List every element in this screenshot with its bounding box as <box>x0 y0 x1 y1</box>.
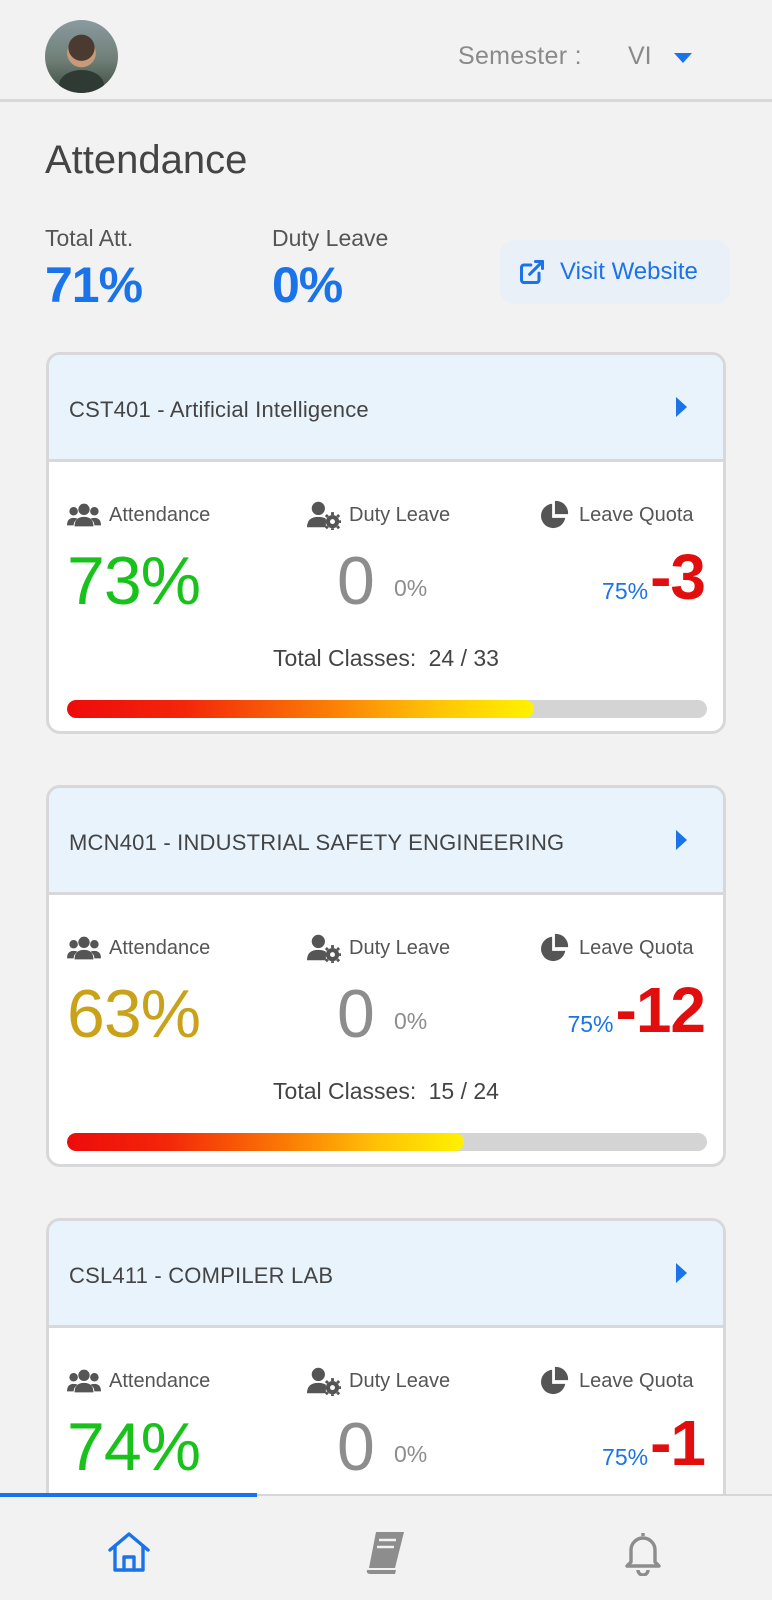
attendance-label-group: Attendance <box>67 933 210 963</box>
pie-chart-icon <box>541 933 569 962</box>
leave-quota-label: Leave Quota <box>579 936 694 959</box>
subject-title: CST401 - Artificial Intelligence <box>69 397 369 422</box>
total-classes-value: 15 / 24 <box>428 1078 499 1104</box>
subject-card[interactable]: CST401 - Artificial Intelligence Attenda… <box>46 352 726 734</box>
leave-quota-label-group: Leave Quota <box>537 1366 694 1396</box>
attendance-value: 73% <box>67 543 201 619</box>
leave-quota: 75% -12 <box>567 973 706 1047</box>
bell-icon <box>625 1533 661 1577</box>
leave-quota-value: -12 <box>615 974 706 1046</box>
duty-leave-percent: 0% <box>394 1441 428 1467</box>
pie-chart-icon <box>541 1366 569 1395</box>
attendance-label-group: Attendance <box>67 500 210 530</box>
user-gear-icon <box>307 501 341 530</box>
top-bar: Semester : VI <box>0 0 772 102</box>
total-classes: Total Classes: 15 / 24 <box>49 1078 723 1105</box>
duty-leave-label-group: Duty Leave <box>307 933 450 963</box>
card-header[interactable]: MCN401 - INDUSTRIAL SAFETY ENGINEERING <box>49 788 723 895</box>
nav-notifications-button[interactable] <box>619 1528 667 1577</box>
duty-leave-value: 0 <box>337 543 375 619</box>
nav-courses-button[interactable] <box>362 1528 410 1576</box>
leave-quota-label-group: Leave Quota <box>537 500 694 530</box>
attendance-progress-bar <box>67 1133 707 1151</box>
card-body: Attendance Duty Leave Leave Quota 73% 0 … <box>49 462 723 731</box>
total-att-value: 71% <box>45 257 143 313</box>
caret-right-icon[interactable] <box>676 1263 687 1283</box>
attendance-label-group: Attendance <box>67 1366 210 1396</box>
attendance-value: 74% <box>67 1409 201 1485</box>
subject-title: MCN401 - INDUSTRIAL SAFETY ENGINEERING <box>69 830 565 855</box>
leave-quota-label-group: Leave Quota <box>537 933 694 963</box>
attendance-label: Attendance <box>109 503 211 526</box>
user-gear-icon <box>307 934 341 963</box>
duty-leave-value: 0 <box>337 976 375 1052</box>
total-classes-value: 24 / 33 <box>428 645 499 671</box>
home-icon <box>108 1532 150 1572</box>
total-classes: Total Classes: 24 / 33 <box>49 645 723 672</box>
card-header[interactable]: CST401 - Artificial Intelligence <box>49 355 723 462</box>
visit-website-button[interactable]: Visit Website <box>500 240 730 304</box>
leave-quota-value: -1 <box>650 1407 706 1479</box>
semester-label: Semester : <box>458 42 582 70</box>
leave-quota-label: Leave Quota <box>579 1369 694 1392</box>
duty-leave-label: Duty Leave <box>349 503 451 526</box>
attendance-label: Attendance <box>109 936 211 959</box>
card-header[interactable]: CSL411 - COMPILER LAB <box>49 1221 723 1328</box>
chevron-down-icon[interactable] <box>674 53 692 63</box>
user-gear-icon <box>307 1367 341 1396</box>
leave-quota-percent: 75% <box>567 1011 614 1037</box>
total-att-label: Total Att. <box>45 225 134 251</box>
card-body: Attendance Duty Leave Leave Quota 63% 0 … <box>49 895 723 1164</box>
page-title: Attendance <box>45 138 248 182</box>
nav-home-button[interactable] <box>105 1528 153 1576</box>
duty-leave-label: Duty Leave <box>349 1369 451 1392</box>
book-icon <box>366 1532 404 1574</box>
attendance-value: 63% <box>67 976 201 1052</box>
leave-quota-value: -3 <box>650 541 706 613</box>
attendance-progress-fill <box>67 1133 464 1151</box>
subject-card[interactable]: MCN401 - INDUSTRIAL SAFETY ENGINEERING A… <box>46 785 726 1167</box>
caret-right-icon[interactable] <box>676 397 687 417</box>
leave-quota: 75% -3 <box>602 540 706 614</box>
leave-quota-percent: 75% <box>602 1444 649 1470</box>
total-classes-label: Total Classes: <box>273 645 417 671</box>
duty-leave-percent: 0% <box>394 575 428 601</box>
caret-right-icon[interactable] <box>676 830 687 850</box>
subject-title: CSL411 - COMPILER LAB <box>69 1263 334 1288</box>
attendance-progress-fill <box>67 700 535 718</box>
pie-chart-icon <box>541 500 569 529</box>
leave-quota-percent: 75% <box>602 578 649 604</box>
leave-quota-label: Leave Quota <box>579 503 694 526</box>
duty-leave-label-group: Duty Leave <box>307 1366 450 1396</box>
users-icon <box>67 936 101 960</box>
duty-leave-label: Duty Leave <box>349 936 451 959</box>
nav-active-indicator <box>0 1493 257 1497</box>
attendance-label: Attendance <box>109 1369 211 1392</box>
visit-website-label: Visit Website <box>560 258 698 285</box>
users-icon <box>67 503 101 527</box>
users-icon <box>67 1369 101 1393</box>
subject-card[interactable]: CSL411 - COMPILER LAB Attendance Duty Le… <box>46 1218 726 1538</box>
bottom-nav <box>0 1493 772 1600</box>
external-link-icon <box>519 259 545 285</box>
duty-leave-summary-label: Duty Leave <box>272 225 389 251</box>
avatar[interactable] <box>45 20 118 93</box>
duty-leave-percent: 0% <box>394 1008 428 1034</box>
duty-leave-value: 0 <box>337 1409 375 1485</box>
attendance-progress-bar <box>67 700 707 718</box>
total-classes-label: Total Classes: <box>273 1078 417 1104</box>
leave-quota: 75% -1 <box>602 1406 706 1480</box>
duty-leave-label-group: Duty Leave <box>307 500 450 530</box>
duty-leave-summary-value: 0% <box>272 257 343 313</box>
semester-select[interactable]: VI <box>628 42 652 71</box>
